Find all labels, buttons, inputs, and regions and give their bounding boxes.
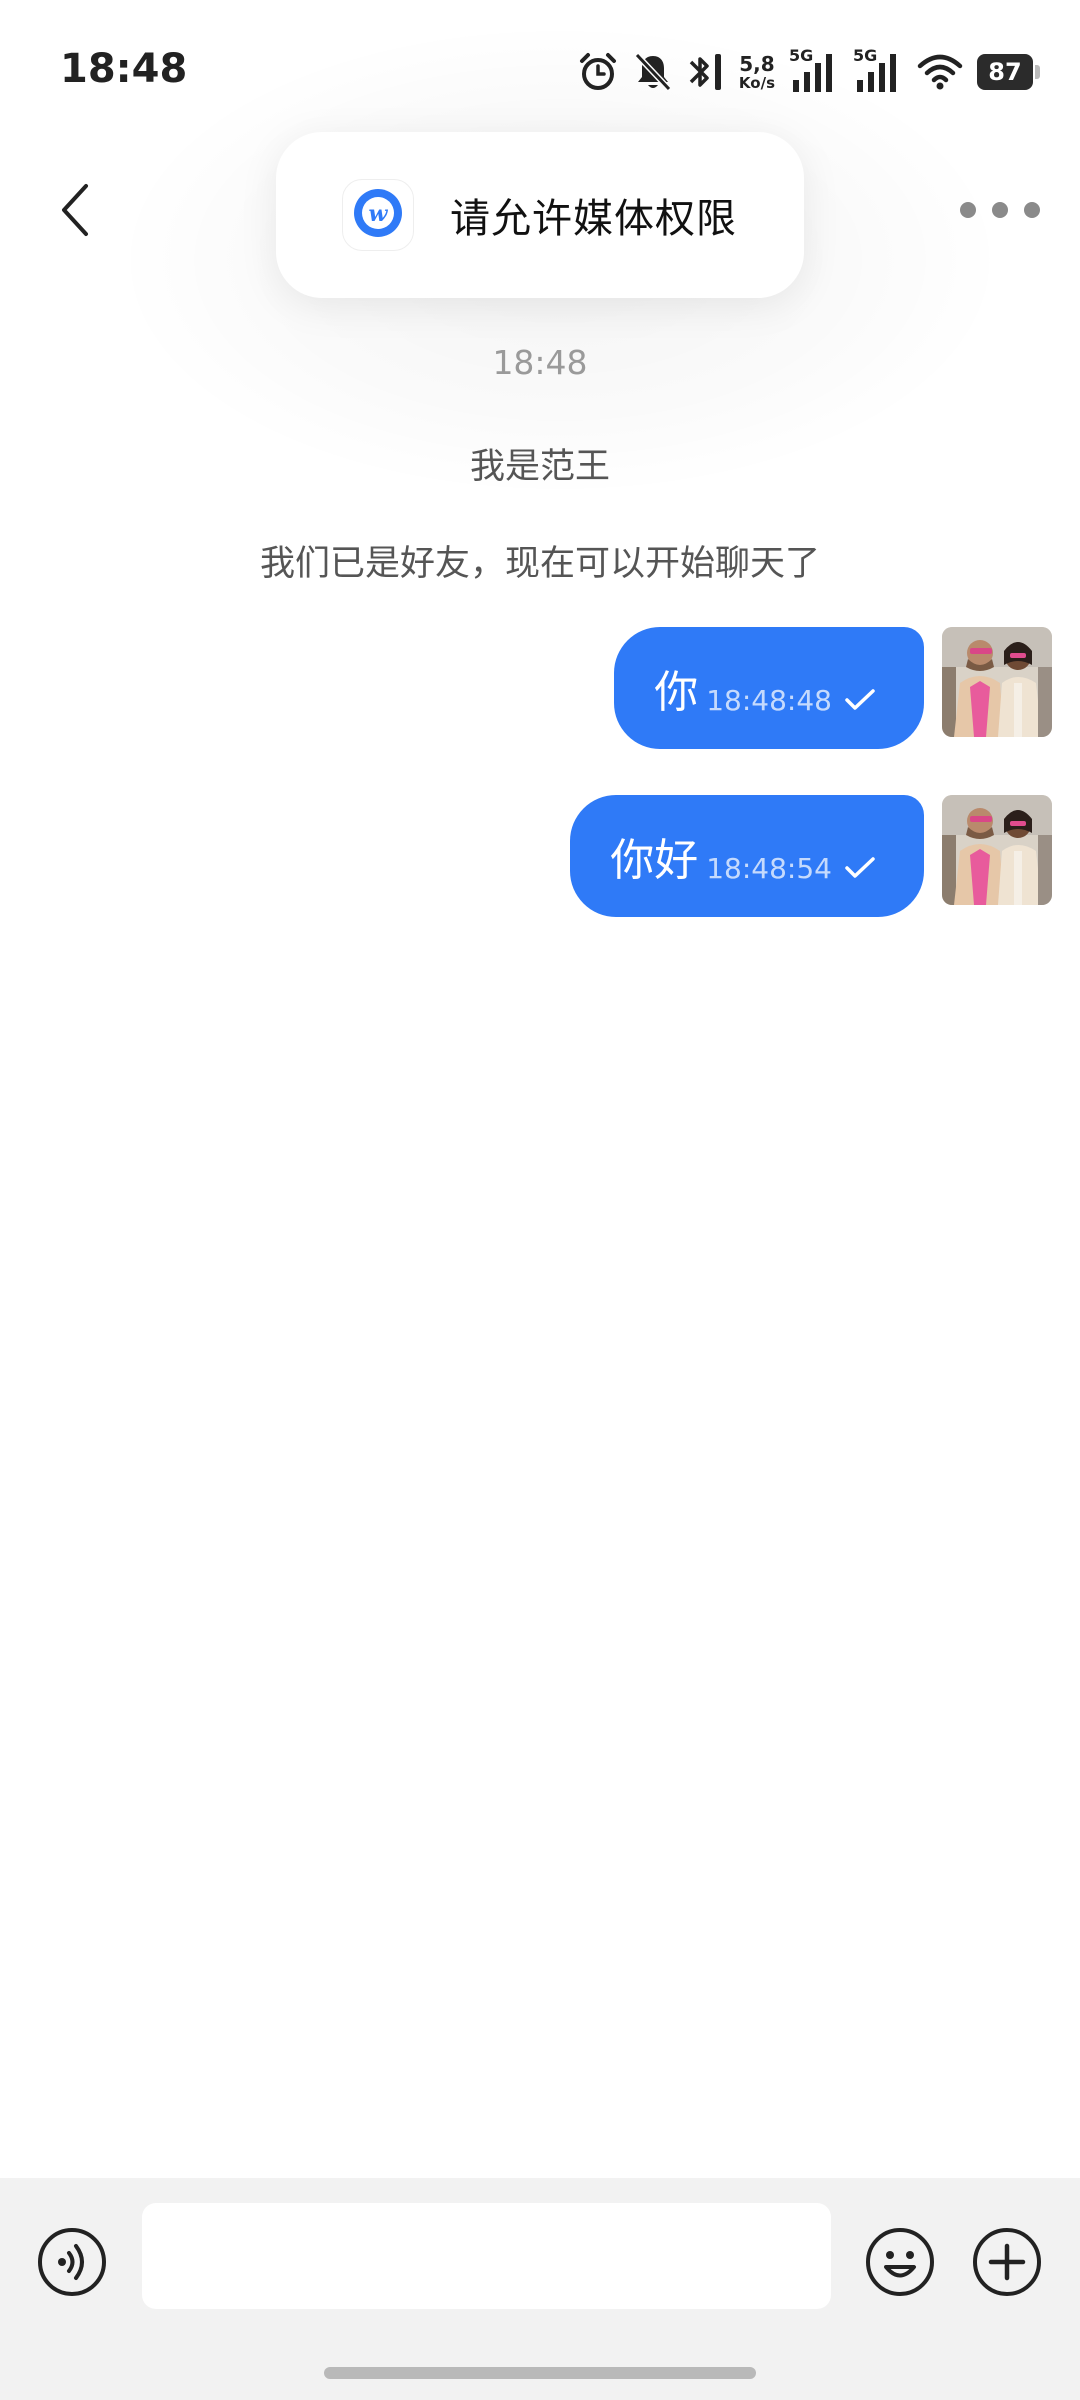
battery-tip	[1035, 65, 1040, 79]
signal-icon: 5G	[789, 46, 839, 98]
message-meta: 18:48:54	[706, 852, 876, 885]
message-bubble[interactable]: 你 18:48:48	[614, 627, 924, 749]
app-logo-icon: w	[342, 179, 414, 251]
system-note: 我是范王	[469, 447, 610, 487]
system-note: 我们已是好友，现在可以开始聊天了	[259, 544, 820, 584]
toast-message: 请允许媒体权限	[450, 196, 737, 242]
message-bubble[interactable]: 你好 18:48:54	[570, 795, 924, 917]
alarm-icon	[577, 46, 619, 98]
battery-icon: 87	[977, 46, 1040, 98]
battery-level: 87	[977, 54, 1033, 90]
net-speed: 5,8 Ko/s	[739, 46, 775, 98]
bell-off-icon	[633, 46, 673, 98]
bluetooth-icon	[687, 46, 725, 98]
status-bar: 18:48 5,8 Ko/s 5G 5G 87	[0, 0, 1080, 140]
avatar[interactable]	[942, 627, 1052, 737]
plus-icon	[973, 2228, 1041, 2296]
plus-button[interactable]	[971, 2226, 1043, 2298]
system-time: 18:48	[492, 343, 588, 382]
more-button[interactable]	[960, 190, 1040, 230]
check-icon	[845, 857, 875, 878]
more-dots-icon	[1024, 202, 1040, 218]
emoji-button[interactable]	[864, 2226, 936, 2298]
message-meta: 18:48:48	[706, 684, 876, 717]
avatar[interactable]	[942, 795, 1052, 905]
status-time: 18:48	[60, 46, 188, 92]
message-time: 18:48:54	[706, 851, 832, 885]
signal-icon: 5G	[853, 46, 903, 98]
more-dots-icon	[992, 202, 1008, 218]
message-text: 你	[654, 667, 699, 718]
status-icons: 5,8 Ko/s 5G 5G 87	[577, 46, 1040, 98]
net-speed-value: 5,8	[739, 51, 775, 76]
net-speed-unit: Ko/s	[738, 73, 775, 92]
svg-text:w: w	[369, 201, 389, 227]
wifi-icon	[917, 46, 963, 98]
chat-screen: 18:48 5,8 Ko/s 5G 5G 87 w 请允许媒体权限 18:48 …	[0, 0, 1080, 2400]
back-button[interactable]	[50, 175, 100, 245]
check-icon	[845, 689, 875, 710]
message-time: 18:48:48	[706, 683, 832, 717]
home-indicator[interactable]	[324, 2367, 756, 2379]
message-row: 你 18:48:48	[614, 627, 1052, 749]
emoji-icon	[866, 2228, 934, 2296]
voice-icon	[38, 2228, 106, 2296]
chevron-left-icon	[62, 184, 88, 236]
permission-toast: w 请允许媒体权限	[276, 132, 804, 298]
more-dots-icon	[960, 202, 976, 218]
message-input[interactable]	[142, 2203, 831, 2309]
message-text: 你好	[610, 835, 699, 886]
message-row: 你好 18:48:54	[570, 795, 1052, 917]
voice-button[interactable]	[36, 2226, 108, 2298]
